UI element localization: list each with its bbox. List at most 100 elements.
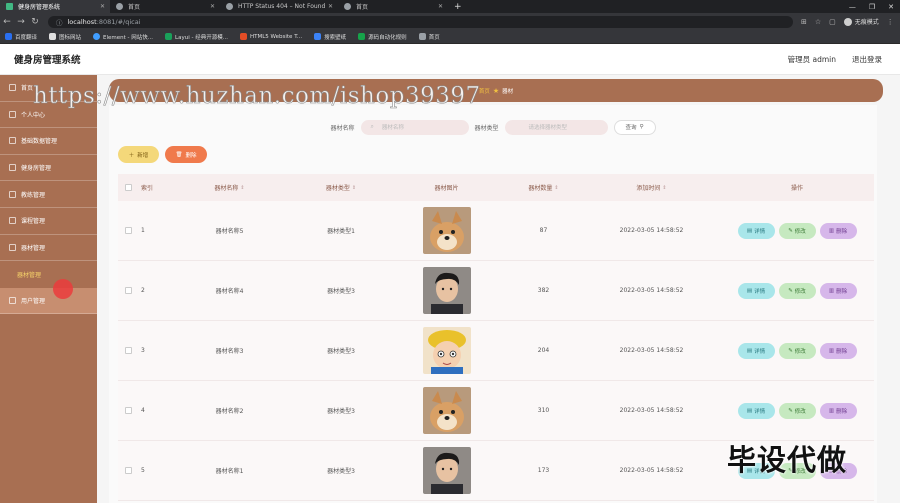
sidebar-item-users[interactable]: 用户管理 bbox=[0, 287, 97, 315]
header-type[interactable]: 器材类型 ⇕ bbox=[293, 174, 389, 201]
bookmark[interactable]: HTML5 Website T... bbox=[239, 33, 302, 40]
cell-quantity: 87 bbox=[504, 201, 583, 260]
header-label: 器材图片 bbox=[434, 185, 459, 192]
add-button[interactable]: ＋ 新增 bbox=[118, 146, 159, 163]
detail-button[interactable]: ▤ 详情 bbox=[737, 282, 775, 299]
close-icon[interactable]: ✕ bbox=[100, 3, 105, 10]
sort-icon[interactable]: ⇕ bbox=[352, 185, 356, 191]
minimize-icon[interactable]: — bbox=[849, 3, 856, 11]
profile-button[interactable]: 无痕模式 bbox=[843, 17, 879, 26]
edit-button[interactable]: ✎ 修改 bbox=[778, 342, 816, 359]
bookmark[interactable]: 百度翻译 bbox=[5, 33, 37, 41]
edit-button[interactable]: ✎ 修改 bbox=[778, 402, 816, 419]
admin-label: 管理员 admin bbox=[787, 54, 836, 64]
forward-icon[interactable]: → bbox=[14, 17, 28, 27]
pencil-icon: ✎ bbox=[788, 287, 793, 294]
cell-image bbox=[389, 321, 504, 380]
select-all-checkbox[interactable] bbox=[124, 184, 132, 191]
bookmark[interactable]: Element - 网站快... bbox=[93, 33, 153, 41]
name-value: 器材名称2 bbox=[215, 408, 244, 415]
row-checkbox[interactable] bbox=[124, 347, 132, 354]
edit-button[interactable]: ✎ 修改 bbox=[778, 222, 816, 239]
new-tab-button[interactable]: + bbox=[454, 2, 462, 12]
sort-icon[interactable]: ⇕ bbox=[554, 185, 558, 191]
row-delete-button[interactable]: ▥ 删除 bbox=[819, 222, 857, 239]
url-path: :8081/#/qicai bbox=[96, 17, 141, 26]
name-placeholder: 器材名称 bbox=[381, 125, 404, 131]
logout-link[interactable]: 退出登录 bbox=[852, 54, 882, 65]
maximize-icon[interactable]: ❐ bbox=[869, 3, 875, 11]
bookmark[interactable]: 图标网站 bbox=[49, 33, 81, 41]
row-checkbox[interactable] bbox=[124, 227, 132, 234]
bookmark-label: Layui - 经典开源模... bbox=[175, 34, 228, 41]
header-name[interactable]: 器材名称 ⇕ bbox=[166, 174, 293, 201]
sidebar-item-label: 基础数据管理 bbox=[21, 138, 58, 146]
cell-index: 3 bbox=[138, 321, 166, 380]
trash-icon: 🗑 bbox=[175, 151, 183, 158]
row-delete-button[interactable]: ▥ 删除 bbox=[819, 342, 857, 359]
menu-icon[interactable]: ⋮ bbox=[887, 18, 894, 26]
browser-tab[interactable]: 健身房管理系统 ✕ bbox=[0, 0, 110, 13]
row-checkbox[interactable] bbox=[124, 467, 132, 474]
detail-label: 详情 bbox=[754, 288, 766, 295]
close-icon[interactable]: ✕ bbox=[328, 3, 333, 10]
bookmark-icon bbox=[239, 33, 247, 40]
detail-button[interactable]: ▤ 详情 bbox=[737, 222, 775, 239]
browser-tab[interactable]: 首页 ✕ bbox=[110, 0, 220, 13]
header-user-area: 管理员 admin 退出登录 bbox=[788, 54, 882, 65]
extension-icon[interactable]: ▢ bbox=[829, 18, 836, 26]
delete-label: 删除 bbox=[836, 288, 848, 295]
translate-icon[interactable]: ⊞ bbox=[801, 18, 807, 26]
detail-button[interactable]: ▤ 详情 bbox=[737, 342, 775, 359]
star-icon[interactable]: ☆ bbox=[815, 18, 821, 26]
bookmark[interactable]: 源码自动化规则 bbox=[358, 33, 407, 41]
index-value: 5 bbox=[141, 467, 145, 474]
type-value: 器材类型1 bbox=[327, 228, 355, 235]
row-checkbox[interactable] bbox=[124, 407, 132, 414]
pencil-icon: ✎ bbox=[788, 347, 793, 354]
time-value: 2022-03-05 14:58:52 bbox=[619, 407, 684, 414]
reload-icon[interactable]: ↻ bbox=[28, 17, 42, 27]
sidebar: 首页 个人中心 基础数据管理 健身房管理 教练管理 课程管理 器材管理 器材管理… bbox=[0, 75, 97, 503]
table-row[interactable]: 4 器材名称2 器材类型3 310 2022-03-05 14:58:52 ▤ 详情 ✎ 修改 ▥… bbox=[118, 381, 874, 441]
table-row[interactable]: 1 器材名称5 器材类型1 87 2022-03-05 14:58:52 ▤ 详情 ✎ 修改 ▥ 删… bbox=[118, 201, 874, 261]
bookmark[interactable]: 搜索壁纸 bbox=[314, 33, 346, 41]
header-time[interactable]: 添加时间 ⇕ bbox=[583, 174, 720, 201]
sidebar-item-gym[interactable]: 健身房管理 bbox=[0, 155, 97, 182]
cursor-click-indicator bbox=[53, 279, 73, 299]
close-icon[interactable]: ✕ bbox=[210, 3, 215, 10]
cell-index: 5 bbox=[138, 441, 166, 500]
bookmark[interactable]: 首页 bbox=[418, 33, 440, 41]
url-input[interactable]: ⓘ localhost:8081/#/qicai bbox=[48, 15, 793, 28]
detail-button[interactable]: ▤ 详情 bbox=[737, 402, 775, 419]
sort-icon[interactable]: ⇕ bbox=[662, 185, 666, 191]
window-controls: — ❐ ✕ bbox=[849, 0, 894, 13]
sort-icon[interactable]: ⇕ bbox=[240, 185, 244, 191]
sidebar-item-base-data[interactable]: 基础数据管理 bbox=[0, 128, 97, 155]
name-search-input[interactable]: ⌕ 器材名称 bbox=[360, 119, 469, 135]
sidebar-item-course[interactable]: 课程管理 bbox=[0, 208, 97, 235]
close-icon[interactable]: ✕ bbox=[438, 3, 443, 10]
row-checkbox[interactable] bbox=[124, 287, 132, 294]
table-header: 索引 器材名称 ⇕ 器材类型 ⇕ 器材图片 器材数量 ⇕ 添加时间 ⇕ 操作 bbox=[118, 174, 874, 201]
row-delete-button[interactable]: ▥ 删除 bbox=[819, 282, 857, 299]
batch-delete-button[interactable]: 🗑 删除 bbox=[165, 146, 207, 163]
close-window-icon[interactable]: ✕ bbox=[888, 3, 894, 11]
browser-tab[interactable]: 首页 ✕ bbox=[338, 0, 448, 13]
portrait-photo bbox=[422, 267, 471, 314]
row-delete-button[interactable]: ▥ 删除 bbox=[819, 402, 857, 419]
browser-tab[interactable]: HTTP Status 404 – Not Found ✕ bbox=[220, 0, 338, 13]
table-row[interactable]: 2 器材名称4 器材类型3 382 2022-03-05 14:58:52 ▤ 详情 ✎ 修改 ▥… bbox=[118, 261, 874, 321]
search-button[interactable]: 查询 ⚲ bbox=[613, 119, 656, 135]
sidebar-item-equipment[interactable]: 器材管理 bbox=[0, 235, 97, 262]
quantity-value: 87 bbox=[539, 227, 548, 234]
type-select[interactable]: 请选择器材类型 bbox=[504, 119, 608, 135]
edit-button[interactable]: ✎ 修改 bbox=[778, 282, 816, 299]
table-row[interactable]: 3 器材名称3 器材类型3 204 2022-03-05 14:58:52 ▤ 详情 ✎ 修改 ▥… bbox=[118, 321, 874, 381]
back-icon[interactable]: ← bbox=[0, 17, 14, 27]
bookmark[interactable]: Layui - 经典开源模... bbox=[165, 33, 228, 41]
header-quantity[interactable]: 器材数量 ⇕ bbox=[504, 174, 583, 201]
sidebar-item-coach[interactable]: 教练管理 bbox=[0, 181, 97, 208]
sidebar-subitem-equipment[interactable]: 器材管理 bbox=[0, 261, 97, 288]
bookmark-label: 搜索壁纸 bbox=[324, 34, 347, 41]
